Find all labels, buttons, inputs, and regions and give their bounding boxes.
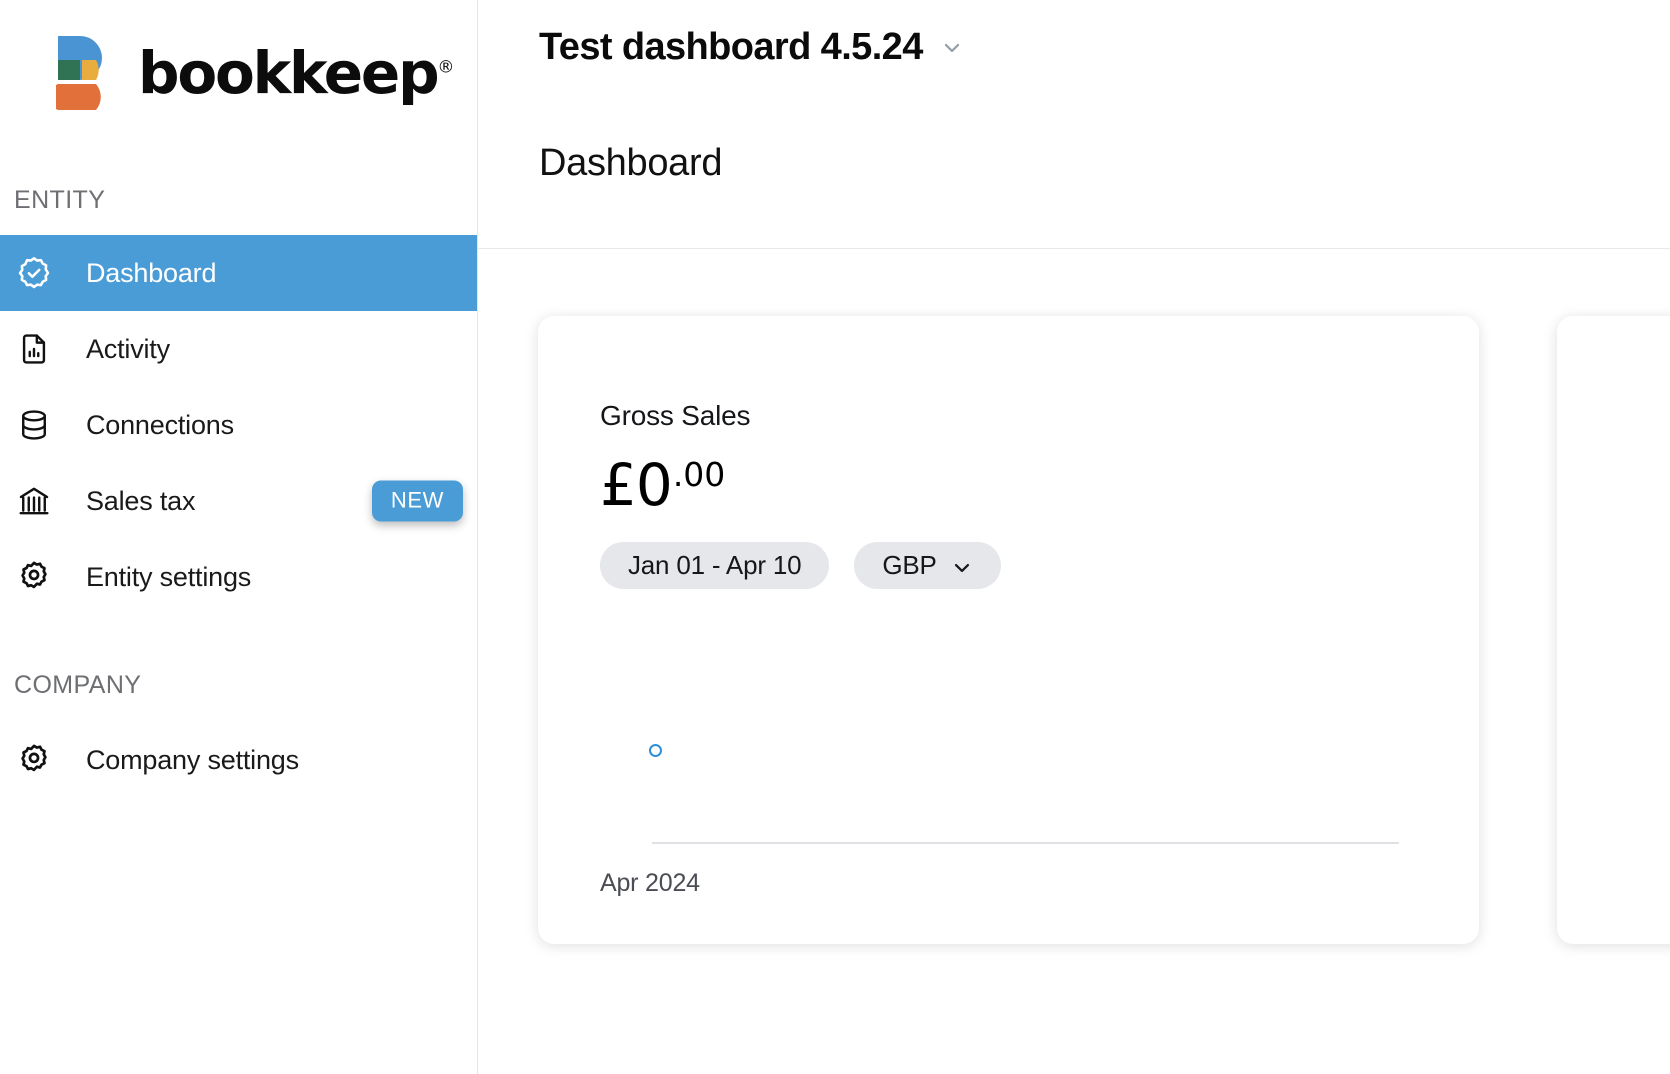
bank-icon: [14, 481, 54, 521]
sidebar: bookkeep® ENTITY Dashboard Activity Conn…: [0, 0, 478, 1074]
app-root: bookkeep® ENTITY Dashboard Activity Conn…: [0, 0, 1670, 1074]
sidebar-item-label: Entity settings: [86, 561, 252, 592]
sidebar-item-label: Company settings: [86, 744, 299, 775]
sidebar-item-label: Activity: [86, 333, 170, 364]
metric-amount-cents: .00: [672, 455, 726, 494]
dashboard-name: Test dashboard 4.5.24: [539, 26, 923, 68]
registered-mark: ®: [437, 57, 455, 78]
metric-card-gross-sales: Gross Sales £0 .00 Jan 01 - Apr 10 GBP A…: [538, 316, 1479, 944]
metric-amount-whole: £0: [600, 451, 673, 519]
sidebar-item-dashboard[interactable]: Dashboard: [0, 235, 477, 311]
chart-x-axis: [652, 842, 1399, 844]
page-title: Dashboard: [539, 142, 723, 184]
sidebar-item-connections[interactable]: Connections: [0, 387, 477, 463]
sidebar-item-sales-tax[interactable]: Sales tax NEW: [0, 463, 477, 539]
dashboard-selector[interactable]: Test dashboard 4.5.24: [539, 0, 963, 69]
sidebar-section-company-label: COMPANY: [14, 671, 142, 699]
document-chart-icon: [14, 329, 54, 369]
bookkeep-logo-icon: [49, 34, 120, 112]
sidebar-item-label: Sales tax: [86, 485, 196, 516]
chart-x-tick-label: Apr 2024: [600, 869, 700, 897]
metric-card-next: [1557, 316, 1670, 944]
status-badge-new[interactable]: NEW: [371, 480, 463, 522]
sidebar-section-entity-label: ENTITY: [14, 186, 106, 214]
chevron-down-icon: [941, 37, 963, 59]
sidebar-item-company-settings[interactable]: Company settings: [0, 722, 477, 798]
card-title: Gross Sales: [600, 400, 751, 431]
date-range-label: Jan 01 - Apr 10: [628, 550, 802, 580]
sidebar-item-label: Connections: [86, 409, 234, 440]
brand-name: bookkeep®: [138, 39, 455, 107]
topbar: Test dashboard 4.5.24 Dashboard: [478, 0, 1670, 249]
date-range-pill[interactable]: Jan 01 - Apr 10: [600, 542, 830, 589]
badge-check-icon: [14, 253, 54, 293]
card-filters: Jan 01 - Apr 10 GBP: [600, 542, 1413, 589]
metric-value: £0 .00: [600, 456, 1413, 514]
brand-logo[interactable]: bookkeep®: [0, 0, 477, 120]
sidebar-item-label: Dashboard: [86, 257, 217, 288]
dashboard-cards-area: Gross Sales £0 .00 Jan 01 - Apr 10 GBP A…: [478, 250, 1670, 1074]
main-content: Test dashboard 4.5.24 Dashboard Gross Sa…: [478, 0, 1670, 1074]
gross-sales-chart: Apr 2024: [600, 616, 1413, 898]
sidebar-item-entity-settings[interactable]: Entity settings: [0, 539, 477, 615]
currency-pill[interactable]: GBP: [854, 542, 1001, 589]
chevron-down-icon: [951, 555, 973, 577]
currency-label: GBP: [882, 550, 937, 580]
gear-icon: [14, 740, 54, 780]
gear-icon: [14, 557, 54, 597]
database-icon: [14, 405, 54, 445]
sidebar-item-activity[interactable]: Activity: [0, 311, 477, 387]
chart-data-point[interactable]: [649, 744, 662, 757]
